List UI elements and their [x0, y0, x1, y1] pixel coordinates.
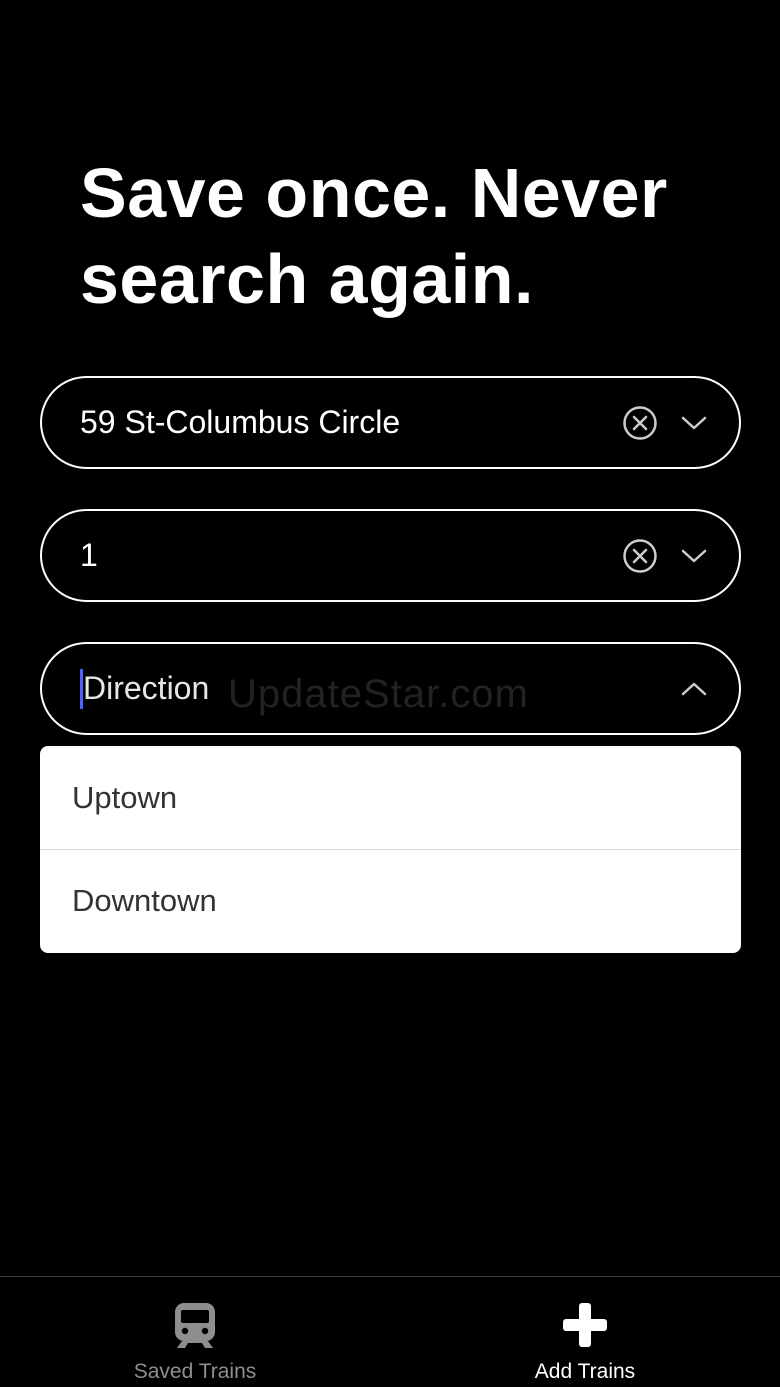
chevron-down-icon[interactable] — [675, 404, 713, 442]
page-title-line-2: search again. — [80, 240, 534, 318]
option-uptown[interactable]: Uptown — [40, 746, 741, 849]
clear-station-icon[interactable] — [621, 404, 659, 442]
train-icon — [172, 1301, 218, 1354]
tab-saved-trains-label: Saved Trains — [133, 1360, 257, 1383]
station-value: 59 St-Columbus Circle — [80, 404, 401, 440]
option-downtown[interactable]: Downtown — [40, 849, 741, 952]
direction-placeholder: Direction — [83, 670, 210, 706]
tab-add-trains-label: Add Trains — [534, 1360, 636, 1383]
tab-bar: Saved Trains Add Trains — [0, 1276, 780, 1387]
tab-add-trains[interactable]: Add Trains — [390, 1277, 780, 1387]
add-train-screen: Save once. Never search again. 59 St-Col… — [0, 0, 780, 1387]
direction-dropdown: Uptown Downtown — [40, 746, 741, 953]
direction-input[interactable]: Direction — [80, 668, 659, 709]
page-title-line-1: Save once. Never — [80, 154, 668, 232]
plus-icon — [561, 1301, 609, 1354]
direction-select[interactable]: Direction — [40, 642, 741, 735]
line-select[interactable]: 1 — [40, 509, 741, 602]
chevron-down-icon[interactable] — [675, 537, 713, 575]
clear-line-icon[interactable] — [621, 537, 659, 575]
line-value: 1 — [80, 537, 98, 573]
page-title: Save once. Never search again. — [80, 150, 740, 322]
chevron-up-icon[interactable] — [675, 670, 713, 708]
station-select[interactable]: 59 St-Columbus Circle — [40, 376, 741, 469]
tab-saved-trains[interactable]: Saved Trains — [0, 1277, 390, 1387]
